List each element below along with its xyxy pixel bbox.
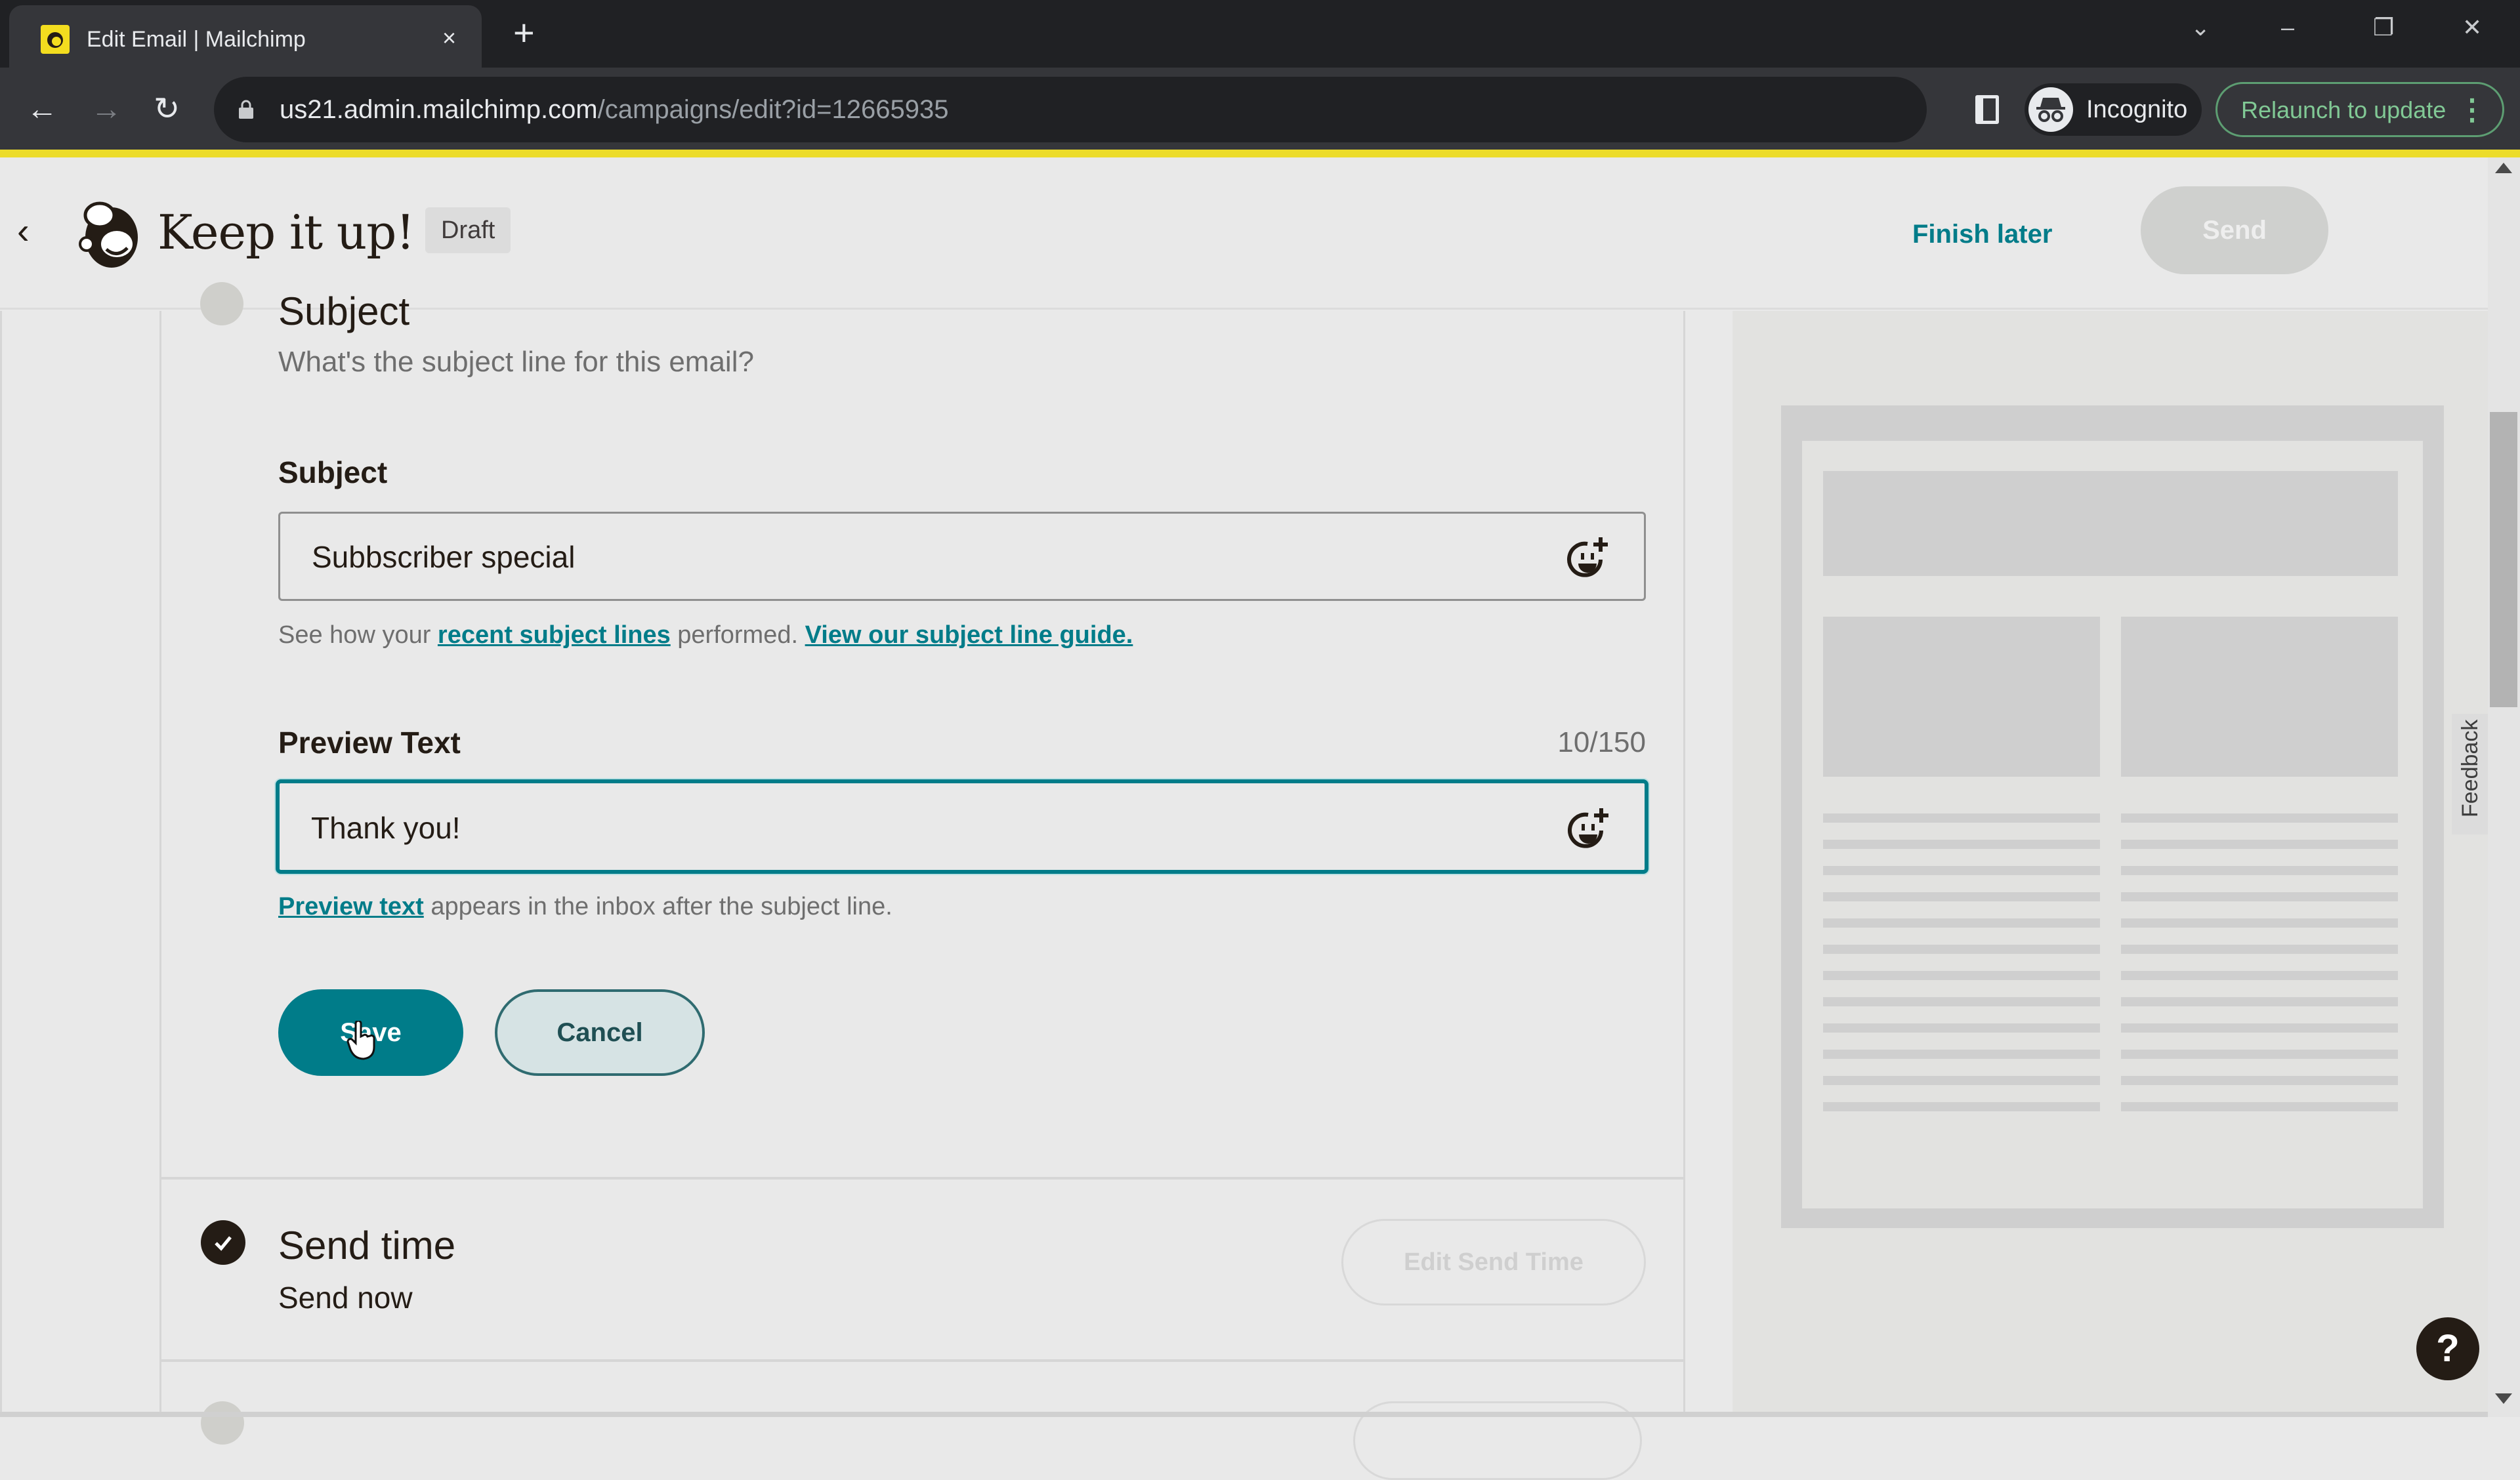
wireframe-text-line [2121,813,2398,823]
incognito-profile-button[interactable]: Incognito [2025,83,2202,136]
subject-field-label: Subject [278,455,388,489]
lock-icon [239,100,253,119]
scroll-down-arrow-icon[interactable] [2495,1393,2512,1404]
cancel-button[interactable]: Cancel [495,989,705,1076]
subject-input-value: Subbscriber special [312,540,576,574]
status-badge: Draft [425,207,511,253]
campaign-header: ‹ Keep it up! Draft Finish later Send [0,157,2488,310]
wireframe-text-line [2121,892,2398,901]
wireframe-text-line [1823,840,2100,849]
left-gutter [0,311,161,1417]
incognito-icon [2028,87,2073,132]
preview-text-label: Preview Text [278,726,461,760]
wireframe-text-line [1823,1076,2100,1085]
wireframe-text-line [2121,1076,2398,1085]
preview-text-char-count: 10/150 [1557,726,1646,758]
wireframe-image-left [1823,617,2100,777]
wireframe-text-line [2121,1023,2398,1033]
notice-bar [0,150,2520,157]
new-tab-button[interactable]: + [513,14,535,51]
wireframe-text-line [1823,997,2100,1006]
recent-subject-lines-link[interactable]: recent subject lines [438,621,671,649]
wireframe-text-line [1823,1023,2100,1033]
wireframe-text-line [2121,945,2398,954]
restore-icon[interactable]: ❐ [2373,13,2394,42]
next-step-status-icon [201,1401,244,1445]
close-window-icon[interactable]: ✕ [2462,13,2482,42]
send-button[interactable]: Send [2141,186,2328,274]
subject-section-heading: Subject [278,289,410,333]
finish-later-link[interactable]: Finish later [1912,218,2052,251]
back-icon[interactable]: ← [26,91,58,128]
wireframe-text-line [2121,971,2398,980]
preview-text-help: Preview text appears in the inbox after … [278,890,892,924]
mailchimp-favicon-icon [41,25,70,54]
tab-title: Edit Email | Mailchimp [87,27,306,52]
help-prefix: See how your [278,621,438,649]
mailchimp-logo-icon [79,201,138,268]
scrollbar-thumb[interactable] [2490,412,2517,707]
preview-text-link[interactable]: Preview text [278,893,424,920]
tab-close-icon[interactable]: × [442,24,456,52]
wireframe-image-right [2121,617,2398,777]
wireframe-text-line [2121,866,2398,875]
preview-text-input-value: Thank you! [311,811,461,845]
vertical-scrollbar[interactable] [2488,157,2520,1417]
wireframe-text-line [1823,892,2100,901]
browser-tab-bar: Edit Email | Mailchimp × + ⌄ – ❐ ✕ [0,0,2520,68]
wireframe-text-line [1823,813,2100,823]
wireframe-header-block [1823,471,2398,576]
relaunch-label: Relaunch to update [2241,96,2446,123]
url-text: us21.admin.mailchimp.com/campaigns/edit?… [280,92,949,127]
add-emoji-icon[interactable] [1563,533,1612,583]
side-panel-icon[interactable] [1975,95,1999,124]
subject-input[interactable]: Subbscriber special [278,512,1646,601]
browser-tab-active[interactable]: Edit Email | Mailchimp × [9,5,482,68]
preview-text-input[interactable]: Thank you! [276,779,1648,874]
subject-line-guide-link[interactable]: View our subject line guide. [805,621,1133,649]
wireframe-text-line [2121,1050,2398,1059]
help-middle: performed. [670,621,805,649]
send-time-complete-check-icon [201,1220,245,1265]
help-button[interactable]: ? [2416,1317,2479,1380]
feedback-label[interactable]: Feedback [2456,720,2485,817]
incognito-label: Incognito [2086,96,2188,123]
wireframe-text-line [1823,1102,2100,1111]
relaunch-to-update-button[interactable]: Relaunch to update ⋮ [2216,82,2504,137]
hand-cursor-icon [346,1021,375,1060]
tab-search-icon[interactable]: ⌄ [2191,13,2210,42]
wireframe-text-line [1823,1050,2100,1059]
wireframe-text-line [1823,971,2100,980]
minimize-icon[interactable]: – [2281,13,2294,42]
scroll-up-arrow-icon[interactable] [2495,163,2512,173]
wireframe-text-line [2121,840,2398,849]
wireframe-text-line [1823,945,2100,954]
send-time-heading: Send time [278,1223,456,1267]
edit-send-time-button[interactable]: Edit Send Time [1341,1219,1646,1305]
wireframe-text-line [1823,918,2100,928]
wireframe-text-line [1823,866,2100,875]
back-chevron-icon[interactable]: ‹ [17,211,30,251]
browser-toolbar: ← → ↻ us21.admin.mailchimp.com/campaigns… [0,68,2520,152]
url-domain: us21.admin.mailchimp.com [280,95,598,124]
section-divider [161,1177,1685,1180]
subject-help-text: See how your recent subject lines perfor… [278,618,1133,652]
preview-help-rest: appears in the inbox after the subject l… [423,893,892,920]
wireframe-text-line [2121,1102,2398,1111]
wireframe-text-line [2121,997,2398,1006]
campaign-title: Keep it up! [158,205,415,260]
add-emoji-icon[interactable] [1563,804,1613,854]
horizontal-scrollbar[interactable] [0,1412,2488,1417]
wireframe-text-line [2121,918,2398,928]
subject-section-description: What's the subject line for this email? [278,346,754,378]
reload-icon[interactable]: ↻ [154,91,180,128]
subject-step-status-icon [200,282,243,325]
address-bar[interactable]: us21.admin.mailchimp.com/campaigns/edit?… [214,77,2126,142]
browser-menu-icon[interactable]: ⋮ [2458,92,2487,129]
url-path: /campaigns/edit?id=12665935 [597,95,949,124]
section-divider [161,1359,1685,1362]
forward-icon[interactable]: → [91,91,122,128]
send-time-value: Send now [278,1281,413,1315]
